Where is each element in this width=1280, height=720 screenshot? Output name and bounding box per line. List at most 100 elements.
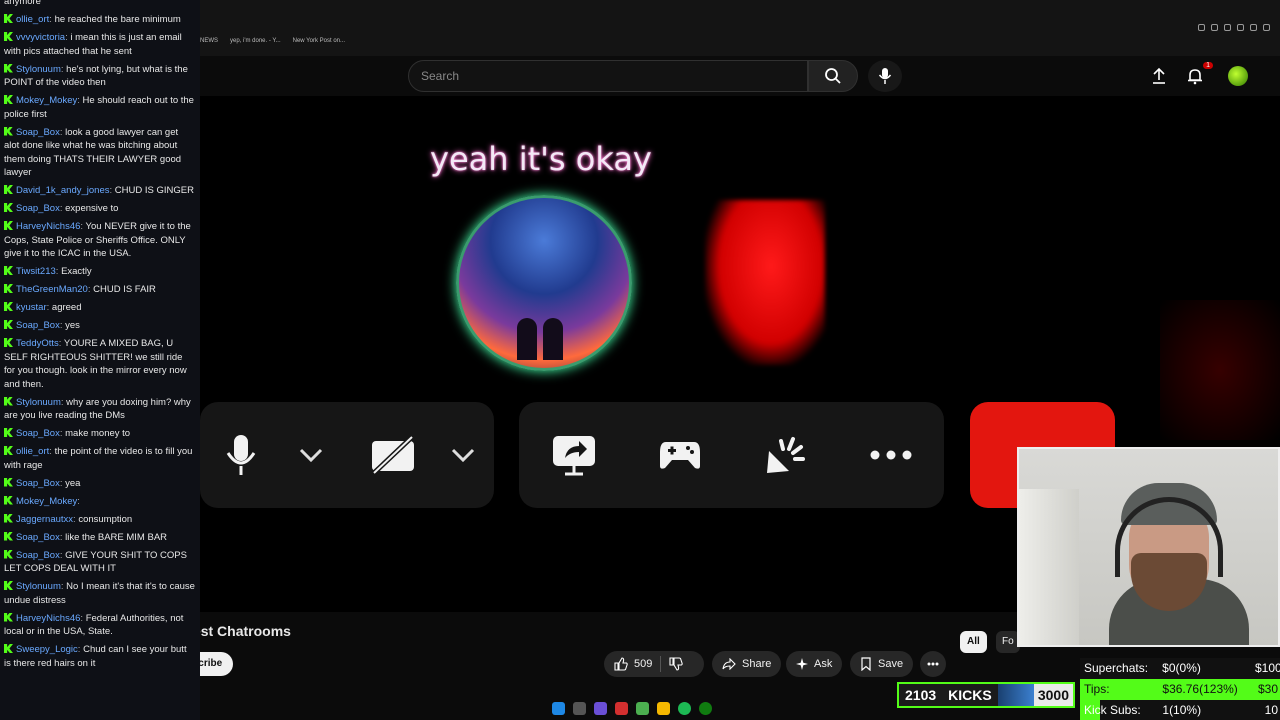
chat-message: TeddyOtts: YOURE A MIXED BAG, U SELF RIG… [4, 337, 196, 391]
goal-row: Kick Subs: 1(10%) 10 [1080, 700, 1280, 720]
filter-chip-all[interactable]: All [960, 631, 987, 653]
search-icon[interactable] [573, 701, 586, 715]
goal-name: Kick Subs: [1084, 703, 1141, 717]
kick-badge-icon [4, 446, 13, 455]
chevron-down-icon [451, 448, 475, 462]
ellipsis-icon [927, 662, 939, 666]
kick-badge-icon [4, 477, 13, 487]
donation-goals: Superchats: $0(0%) $100 Tips: $36.76(123… [1080, 658, 1280, 720]
chat-username[interactable]: Soap_Box [16, 320, 60, 331]
extension-icon[interactable] [1263, 24, 1270, 31]
goal-value: $36.76(123%) [1162, 682, 1238, 696]
chat-username[interactable]: Stylonuum [16, 397, 61, 408]
chat-message: Soap_Box: GIVE YOUR SHIT TO COPS LET COP… [4, 549, 196, 576]
chat-username[interactable]: Jaggernautxx [16, 514, 73, 525]
extension-icon[interactable] [1211, 24, 1218, 31]
chat-text: CHUD IS GINGER [114, 185, 194, 196]
folder-icon[interactable] [657, 701, 670, 715]
goal-name: Superchats: [1084, 661, 1149, 675]
chat-username[interactable]: Sweepy_Logic [16, 644, 78, 655]
goal-target: $30 [1257, 682, 1278, 696]
chat-username[interactable]: ollie_ort [16, 14, 49, 25]
chat-message: Mokey_Mokey: [4, 495, 196, 509]
silhouette-figure [517, 318, 537, 360]
chat-username[interactable]: Soap_Box [16, 532, 60, 543]
kicks-count: 2103 [905, 687, 937, 703]
chat-username[interactable]: Soap_Box [16, 127, 60, 138]
chat-username[interactable]: Stylonuum [16, 581, 61, 592]
video-background-glow [1160, 300, 1280, 440]
thumbs-up-icon[interactable] [614, 657, 628, 671]
kick-badge-icon [4, 302, 13, 311]
pixelated-red-object [705, 200, 825, 365]
browser-icon[interactable] [636, 701, 649, 715]
bookmarks-bar: NEWS yep, i'm done. - Y... New York Post… [200, 38, 345, 44]
chat-username[interactable]: kyustar [16, 302, 47, 313]
chat-username[interactable]: Mokey_Mokey [16, 496, 77, 507]
gamepad-icon [660, 442, 700, 469]
chat-username[interactable]: vvvyvictoria [16, 32, 65, 43]
chat-message: ollie_ort: he reached the bare minimum [4, 13, 196, 27]
chat-username[interactable]: TeddyOtts [16, 338, 59, 349]
bookmark-item[interactable]: yep, i'm done. - Y... [230, 38, 281, 44]
windows-start-icon[interactable] [552, 701, 565, 715]
goal-value: 1(10%) [1162, 703, 1202, 717]
kick-badge-icon [4, 284, 13, 293]
chat-message: Stylonuum: why are you doxing him? why a… [4, 396, 196, 423]
bookmark-item[interactable]: New York Post on... [293, 38, 345, 44]
chat-username[interactable]: Soap_Box [16, 203, 60, 214]
chat-username[interactable]: David_1k_andy_jones [16, 185, 109, 196]
chat-username[interactable]: Soap_Box [16, 550, 60, 561]
save-button[interactable]: Save [850, 651, 914, 677]
microphone-icon [226, 435, 256, 475]
thumbs-down-icon[interactable] [669, 657, 684, 671]
search-button[interactable] [808, 60, 858, 92]
chat-username[interactable]: Soap_Box [16, 428, 60, 439]
chat-message: TheGreenMan20: CHUD IS FAIR [4, 283, 196, 297]
voice-search-button[interactable] [868, 60, 902, 92]
goal-name: Tips: [1084, 682, 1110, 696]
chat-message: Soap_Box: make money to [4, 427, 196, 441]
app-icon[interactable] [594, 701, 607, 715]
xbox-icon[interactable] [699, 701, 712, 715]
chat-username[interactable]: Soap_Box [16, 478, 60, 489]
more-options-control [868, 432, 914, 478]
app-icon[interactable] [615, 701, 628, 715]
kicks-goal: 3000 [1033, 684, 1073, 706]
chat-text: agreed [51, 302, 82, 313]
bookmark-item[interactable]: NEWS [200, 38, 218, 44]
spotify-icon[interactable] [678, 701, 691, 715]
kick-badge-icon [4, 495, 13, 505]
notifications-button[interactable]: 1 [1183, 62, 1213, 88]
extension-icon[interactable] [1237, 24, 1244, 31]
chat-username[interactable]: Stylonuum [16, 64, 61, 75]
kick-badge-icon [4, 338, 13, 347]
chat-username[interactable]: TheGreenMan20 [16, 284, 88, 295]
search-input[interactable]: Search [408, 60, 808, 92]
like-count[interactable]: 509 [634, 658, 652, 670]
account-avatar[interactable] [1228, 66, 1248, 86]
chat-username[interactable]: HarveyNichs46 [16, 221, 80, 232]
chat-username[interactable]: Mokey_Mokey [16, 95, 77, 106]
chat-message: Stylonuum: No I mean it's that it's to c… [4, 580, 196, 607]
upload-button[interactable] [1147, 64, 1171, 88]
more-actions-button[interactable] [920, 651, 946, 677]
extension-icon[interactable] [1250, 24, 1257, 31]
share-button[interactable]: Share [712, 651, 782, 677]
kick-badge-icon [4, 428, 13, 437]
chat-message: Sweepy_Logic: Chud can I see your butt i… [4, 643, 196, 670]
ask-button[interactable]: Ask [786, 651, 843, 677]
chat-username[interactable]: Tiwsit213 [16, 266, 56, 277]
chat-message: Jaggernautxx: consumption [4, 513, 196, 527]
extension-icon[interactable] [1198, 24, 1205, 31]
screen-share-icon [553, 436, 595, 476]
soundboard-control [762, 432, 808, 478]
chat-username[interactable]: HarveyNichs46 [16, 613, 80, 624]
kick-badge-icon [4, 549, 13, 559]
divider [660, 656, 662, 672]
search-bar: Search [408, 60, 858, 92]
extension-icon[interactable] [1224, 24, 1231, 31]
share-label: Share [742, 658, 772, 670]
chat-username[interactable]: ollie_ort [16, 446, 49, 457]
chat-text: yes [65, 320, 80, 331]
